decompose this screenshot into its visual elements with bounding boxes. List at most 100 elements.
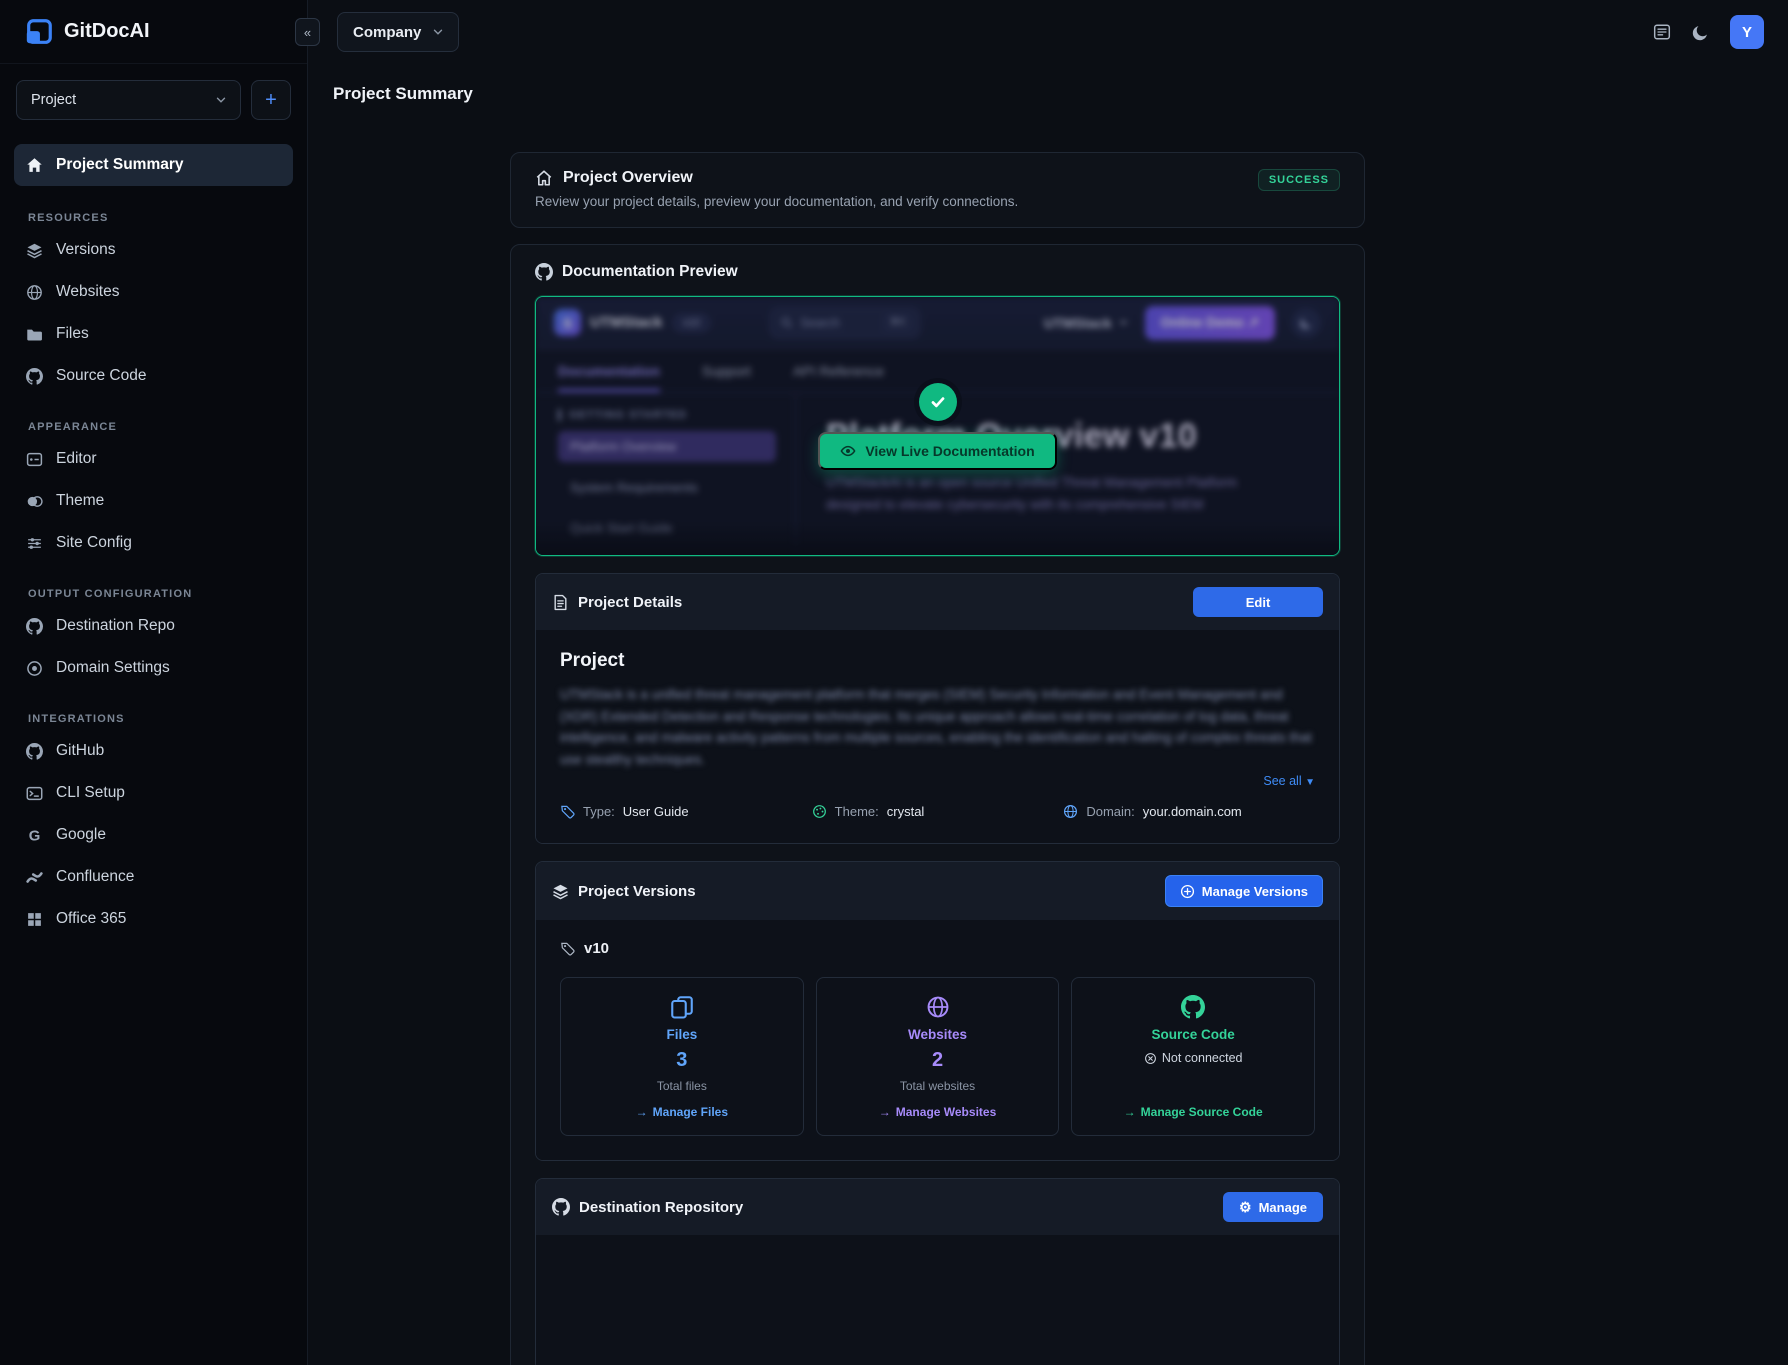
- stat-label: Websites: [908, 1027, 967, 1042]
- stat-card-files: Files 3 Total files → Manage Files: [560, 977, 804, 1136]
- sidebar-item-label: Confluence: [56, 868, 134, 886]
- manage-files-link[interactable]: → Manage Files: [636, 1093, 728, 1119]
- company-dropdown-label: Company: [353, 24, 421, 41]
- stat-card-websites: Websites 2 Total websites → Manage Websi…: [816, 977, 1060, 1136]
- terminal-icon: [26, 785, 43, 802]
- tag-icon: [560, 941, 575, 956]
- see-all-link[interactable]: See all ▼: [560, 774, 1315, 788]
- meta-type: Type: User Guide: [560, 804, 812, 819]
- plus-circle-icon: [1180, 884, 1195, 899]
- preview-overlay: View Live Documentation: [536, 297, 1339, 555]
- stat-label: Files: [666, 1027, 697, 1042]
- google-icon: G: [26, 827, 43, 844]
- check-circle-icon: [919, 383, 957, 421]
- sidebar-item-label: Versions: [56, 241, 115, 259]
- company-dropdown[interactable]: Company: [337, 12, 459, 52]
- documentation-preview-frame: S UTMStack v10 Search ⌘K: [535, 296, 1340, 556]
- chevron-down-icon: [431, 25, 445, 39]
- grid-icon: [26, 911, 43, 928]
- arrow-right-icon: →: [1124, 1105, 1136, 1119]
- destination-repository-panel: Destination Repository ⚙ Manage: [535, 1178, 1340, 1365]
- project-select-value: Project: [31, 92, 76, 108]
- eye-icon: [840, 443, 856, 459]
- view-live-documentation-button[interactable]: View Live Documentation: [818, 432, 1056, 470]
- sidebar-item-label: Websites: [56, 283, 119, 301]
- changelog-icon[interactable]: [1653, 23, 1671, 41]
- version-tag: v10: [584, 940, 609, 957]
- files-icon: [670, 995, 694, 1019]
- globe-icon: [926, 995, 950, 1019]
- sidebar-item-label: Theme: [56, 492, 104, 510]
- main-column: « Company Y Project Summary: [308, 0, 1788, 1365]
- sidebar-item-label: Office 365: [56, 910, 126, 928]
- meta-domain: Domain: your.domain.com: [1063, 804, 1315, 819]
- manage-source-code-link[interactable]: → Manage Source Code: [1124, 1093, 1263, 1119]
- sidebar-item-websites[interactable]: Websites: [14, 271, 293, 313]
- sidebar-item-site-config[interactable]: Site Config: [14, 522, 293, 564]
- project-description-blurred: UTMStack is a unified threat management …: [560, 684, 1315, 770]
- gear-icon: ⚙: [1239, 1200, 1252, 1214]
- sidebar-item-label: CLI Setup: [56, 784, 125, 802]
- chevron-down-icon: [214, 93, 228, 107]
- sidebar-item-cli-setup[interactable]: CLI Setup: [14, 772, 293, 814]
- sidebar-section-resources: Resources: [28, 212, 279, 224]
- sidebar-item-confluence[interactable]: Confluence: [14, 856, 293, 898]
- github-icon: [26, 618, 43, 635]
- page-title: Project Summary: [333, 84, 1788, 104]
- user-avatar[interactable]: Y: [1730, 15, 1764, 49]
- theme-icon: [26, 493, 43, 510]
- sidebar-item-project-summary[interactable]: Project Summary: [14, 144, 293, 186]
- editor-icon: [26, 451, 43, 468]
- project-meta-row: Type: User Guide Theme: crystal: [560, 804, 1315, 819]
- gitdocai-logo-icon: [24, 17, 54, 47]
- x-circle-icon: [1144, 1052, 1157, 1065]
- layers-icon: [552, 883, 569, 900]
- globe-icon: [1063, 804, 1078, 819]
- target-icon: [26, 660, 43, 677]
- app-logo-text: GitDocAI: [64, 20, 150, 43]
- sidebar-item-office-365[interactable]: Office 365: [14, 898, 293, 940]
- sidebar-item-files[interactable]: Files: [14, 313, 293, 355]
- project-name: Project: [560, 650, 1315, 672]
- sidebar-header: GitDocAI: [0, 0, 307, 64]
- home-icon: [535, 169, 553, 187]
- stat-caption: Total websites: [900, 1079, 975, 1093]
- home-icon: [26, 157, 43, 174]
- edit-button[interactable]: Edit: [1193, 587, 1323, 617]
- sidebar-item-versions[interactable]: Versions: [14, 229, 293, 271]
- manage-versions-button[interactable]: Manage Versions: [1165, 875, 1323, 907]
- arrow-right-icon: →: [636, 1105, 648, 1119]
- sidebar-item-destination-repo[interactable]: Destination Repo: [14, 605, 293, 647]
- confluence-icon: [26, 869, 43, 886]
- sidebar-item-editor[interactable]: Editor: [14, 438, 293, 480]
- stat-label: Source Code: [1152, 1027, 1235, 1042]
- sidebar-item-label: Domain Settings: [56, 659, 170, 677]
- sidebar-item-github[interactable]: GitHub: [14, 730, 293, 772]
- svg-text:G: G: [29, 828, 41, 844]
- sidebar-item-label: Source Code: [56, 367, 146, 385]
- manage-websites-link[interactable]: → Manage Websites: [879, 1093, 996, 1119]
- app-root: GitDocAI Project + Project Summary Resou…: [0, 0, 1788, 1365]
- github-icon: [1181, 995, 1205, 1019]
- not-connected-status: Not connected: [1144, 1051, 1243, 1065]
- sidebar-item-domain-settings[interactable]: Domain Settings: [14, 647, 293, 689]
- project-select[interactable]: Project: [16, 80, 241, 120]
- topbar-right: Y: [1653, 15, 1764, 49]
- sidebar-item-theme[interactable]: Theme: [14, 480, 293, 522]
- sidebar-collapse-button[interactable]: «: [295, 18, 320, 46]
- globe-icon: [26, 284, 43, 301]
- manage-destination-button[interactable]: ⚙ Manage: [1223, 1192, 1323, 1222]
- add-project-button[interactable]: +: [251, 80, 291, 120]
- sidebar-item-google[interactable]: G Google: [14, 814, 293, 856]
- dark-mode-toggle-moon-icon[interactable]: [1691, 23, 1710, 42]
- sidebar-item-label: Editor: [56, 450, 97, 468]
- palette-icon: [812, 804, 827, 819]
- folder-icon: [26, 326, 43, 343]
- sidebar-item-source-code[interactable]: Source Code: [14, 355, 293, 397]
- sliders-icon: [26, 535, 43, 552]
- details-title: Project Details: [578, 594, 682, 611]
- doc-preview-title: Documentation Preview: [562, 263, 738, 281]
- topbar: « Company Y: [308, 0, 1788, 64]
- project-details-panel: Project Details Edit Project UTMStack is…: [535, 573, 1340, 844]
- layers-icon: [26, 242, 43, 259]
